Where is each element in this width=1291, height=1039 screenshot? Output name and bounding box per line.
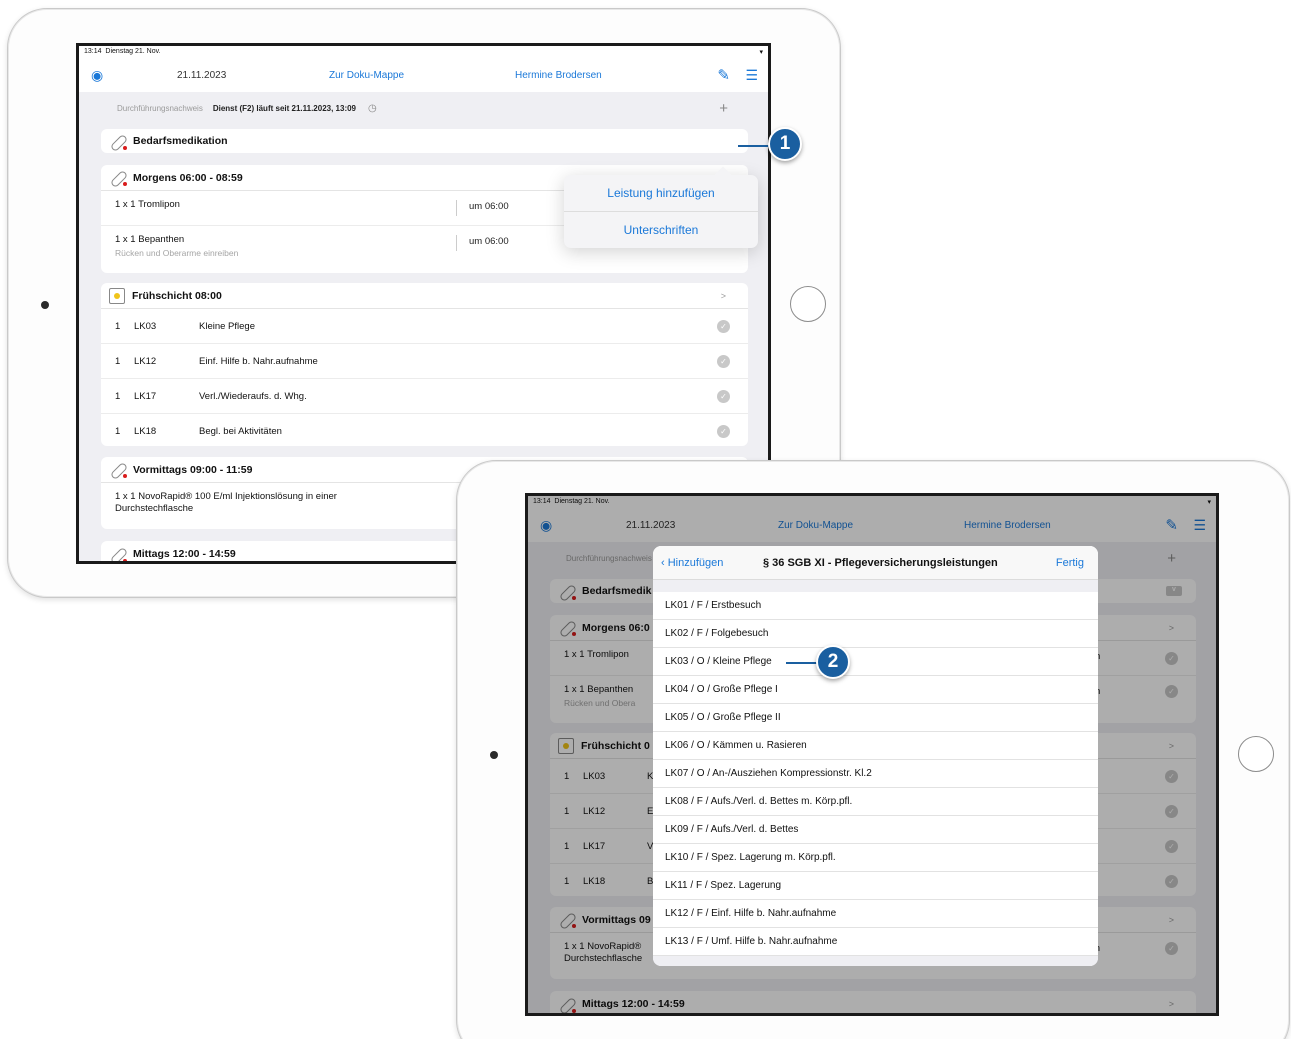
service-list-item[interactable]: LK04 / O / Große Pflege I (653, 676, 1098, 704)
med-name: 1 x 1 NovoRapid® 100 E/ml Injektionslösu… (115, 491, 337, 502)
service-list: LK01 / F / Erstbesuch LK02 / F / Folgebes… (653, 580, 1098, 966)
service-list-item[interactable]: LK09 / F / Aufs./Verl. d. Bettes (653, 816, 1098, 844)
med-time: um 06:00 (469, 201, 509, 212)
service-row[interactable]: 1 LK03 Kleine Pflege ✓ (101, 309, 748, 344)
shift-icon (109, 287, 125, 304)
service-row[interactable]: 1 LK12 Einf. Hilfe b. Nahr.aufnahme ✓ (101, 344, 748, 379)
doku-link[interactable]: Zur Doku-Mappe (329, 70, 404, 81)
check-icon[interactable]: ✓ (717, 354, 730, 368)
modal-title: § 36 SGB XI - Pflegeversicherungsleistun… (763, 556, 998, 569)
callout-line-1 (738, 145, 772, 147)
med-name: 1 x 1 Bepanthen (115, 234, 185, 245)
status-time: 13:14 (84, 48, 102, 55)
service-row[interactable]: 1 LK17 Verl./Wiederaufs. d. Whg. ✓ (101, 379, 748, 414)
status-bar: 13:14 Dienstag 21. Nov. ▾ (79, 46, 768, 58)
service-row[interactable]: 1 LK18 Begl. bei Aktivitäten ✓ (101, 414, 748, 449)
callout-line-2 (786, 662, 820, 664)
section-title: Vormittags 09:00 - 11:59 (133, 463, 253, 476)
pill-icon (109, 461, 127, 478)
service-list-item[interactable]: LK12 / F / Einf. Hilfe b. Nahr.aufnahme (653, 900, 1098, 928)
edit-icon[interactable]: ✎ (717, 66, 730, 84)
add-service-item[interactable]: Leistung hinzufügen (564, 175, 758, 211)
service-list-item[interactable]: LK03 / O / Kleine Pflege (653, 648, 1098, 676)
modal-header: ‹ Hinzufügen § 36 SGB XI - Pflegeversich… (653, 546, 1098, 580)
sub-header-label: Durchführungsnachweis (117, 103, 203, 113)
list-icon[interactable]: ☰ (745, 67, 758, 84)
add-icon[interactable]: + (719, 100, 728, 117)
nav-bar: ◉ 21.11.2023 Zur Doku-Mappe Hermine Brod… (79, 58, 768, 92)
nav-date: 21.11.2023 (177, 69, 227, 81)
section-title: Morgens 06:00 - 08:59 (133, 171, 243, 184)
check-icon[interactable]: ✓ (717, 319, 730, 333)
callout-1: 1 (768, 127, 802, 161)
sub-header-value: Dienst (F2) läuft seit 21.11.2023, 13:09 (212, 103, 357, 113)
chevron-right-icon[interactable]: > (721, 291, 726, 301)
med-note: Rücken und Oberarme einreiben (115, 248, 239, 258)
section-title: Mittags 12:00 - 14:59 (133, 548, 236, 560)
patient-link[interactable]: Hermine Brodersen (515, 70, 602, 81)
clock-icon: ◷ (368, 102, 377, 114)
pill-icon (109, 546, 127, 561)
service-list-item[interactable]: LK05 / O / Große Pflege II (653, 704, 1098, 732)
eye-icon[interactable]: ◉ (91, 67, 151, 84)
section-title: Bedarfsmedikation (133, 135, 228, 147)
service-list-item[interactable]: LK11 / F / Spez. Lagerung (653, 872, 1098, 900)
card-fruehschicht: Frühschicht 08:00 > 1 LK03 Kleine Pflege ✓ 1… (101, 283, 748, 446)
pill-icon (109, 169, 127, 186)
check-icon[interactable]: ✓ (717, 389, 730, 403)
service-list-item[interactable]: LK13 / F / Umf. Hilfe b. Nahr.aufnahme (653, 928, 1098, 956)
screen-2: 13:14 Dienstag 21. Nov. ▾ ◉ 21.11.2023 Z… (525, 493, 1219, 1016)
home-button (1238, 736, 1274, 772)
check-icon[interactable]: ✓ (717, 425, 730, 438)
wifi-icon: ▾ (759, 49, 763, 56)
signatures-item[interactable]: Unterschriften (564, 211, 758, 247)
camera-dot (41, 301, 49, 309)
done-button[interactable]: Fertig (1056, 557, 1084, 569)
service-list-item[interactable]: LK07 / O / An-/Ausziehen Kompressionstr.… (653, 760, 1098, 788)
service-list-item[interactable]: LK08 / F / Aufs./Verl. d. Bettes m. Körp… (653, 788, 1098, 816)
service-picker-modal: ‹ Hinzufügen § 36 SGB XI - Pflegeversich… (653, 546, 1098, 966)
med-name-2: Durchstechflasche (115, 503, 194, 514)
service-list-item[interactable]: LK02 / F / Folgebesuch (653, 620, 1098, 648)
add-popover: Leistung hinzufügen Unterschriften (564, 175, 758, 248)
callout-2: 2 (816, 645, 850, 679)
sub-header: Durchführungsnachweis Dienst (F2) läuft … (79, 92, 768, 124)
back-button[interactable]: ‹ Hinzufügen (661, 557, 723, 569)
home-button (790, 286, 826, 322)
med-name: 1 x 1 Tromlipon (115, 199, 180, 210)
service-list-item[interactable]: LK01 / F / Erstbesuch (653, 592, 1098, 620)
section-title: Frühschicht 08:00 (132, 289, 222, 302)
camera-dot (490, 751, 498, 759)
pill-icon (109, 133, 127, 150)
card-bedarf[interactable]: Bedarfsmedikation (101, 129, 748, 153)
service-list-item[interactable]: LK06 / O / Kämmen u. Rasieren (653, 732, 1098, 760)
status-day: Dienstag 21. Nov. (105, 48, 161, 55)
service-list-item[interactable]: LK10 / F / Spez. Lagerung m. Körp.pfl. (653, 844, 1098, 872)
med-time: um 06:00 (469, 236, 509, 247)
